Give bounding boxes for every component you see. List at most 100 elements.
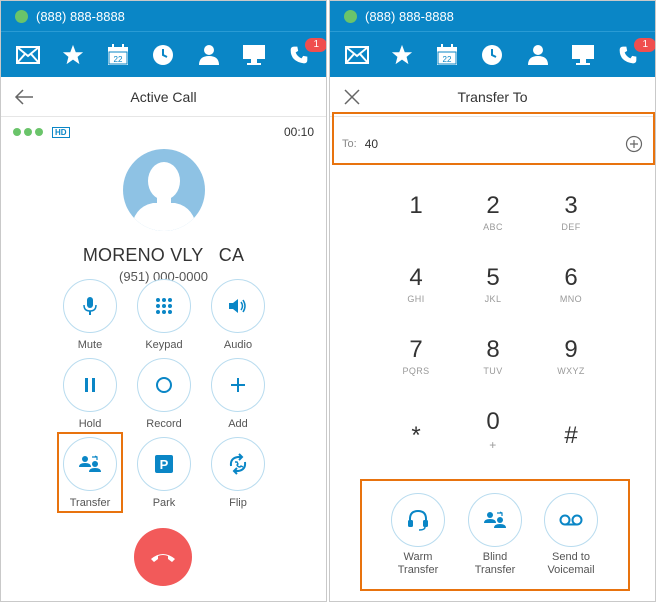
star-icon[interactable] (59, 41, 87, 69)
key-6[interactable]: 6 MNO (536, 265, 606, 323)
key-letters: JKL (484, 294, 502, 304)
presence-dot (15, 9, 28, 23)
star-icon[interactable] (388, 41, 416, 69)
park-circle[interactable]: P (137, 437, 191, 491)
end-call-button[interactable] (134, 528, 192, 586)
keypad-circle[interactable] (137, 279, 191, 333)
audio-circle[interactable] (211, 279, 265, 333)
key-digit: 0 (486, 408, 500, 435)
contact-icon[interactable] (524, 41, 552, 69)
record-icon (156, 377, 172, 393)
hang-up-icon (151, 554, 175, 562)
keypad-label: Keypad (145, 339, 183, 351)
to-field-highlight (332, 112, 655, 165)
key-7[interactable]: 7 PQRS (381, 337, 451, 395)
hold-circle[interactable] (63, 358, 117, 412)
transfer-highlight (57, 432, 123, 513)
hd-badge: HD (52, 126, 70, 138)
record-label: Record (146, 418, 182, 430)
monitor-icon[interactable] (240, 41, 268, 69)
transfer-screen: (888) 888-8888 22 1 Transfer To To: 40 1… (329, 0, 656, 602)
status-bar: (888) 888-8888 (330, 1, 655, 31)
signal-dot (13, 128, 21, 136)
key-letters: MNO (559, 294, 583, 304)
flip-icon (229, 453, 247, 475)
mail-icon[interactable] (14, 41, 42, 69)
key-digit: 8 (486, 336, 500, 363)
mute-button[interactable]: Mute (55, 279, 125, 351)
key-digit: 9 (564, 336, 578, 363)
key-letters: WXYZ (557, 366, 585, 376)
key-digit: 2 (486, 192, 500, 219)
monitor-icon[interactable] (569, 41, 597, 69)
mute-label: Mute (77, 339, 103, 351)
calendar-icon[interactable]: 22 (104, 41, 132, 69)
svg-text:P: P (160, 457, 169, 472)
title-bar: Active Call (1, 77, 326, 117)
page-title: Transfer To (457, 88, 528, 105)
park-button[interactable]: P Park (129, 437, 199, 509)
key-digit: 4 (409, 264, 423, 291)
avatar (122, 149, 205, 231)
key-letters: GHI (407, 294, 425, 304)
microphone-icon (83, 297, 97, 315)
nav-bar: 22 1 (1, 31, 326, 77)
key-letters: ABC (483, 222, 503, 232)
person-silhouette-icon (130, 162, 197, 231)
missed-call-badge: 1 (305, 37, 326, 52)
calendar-day: 22 (443, 55, 452, 64)
keypad-button[interactable]: Keypad (129, 279, 199, 351)
key-1[interactable]: 1 (381, 193, 451, 251)
speaker-icon (229, 299, 246, 313)
phone-icon[interactable]: 1 (614, 37, 655, 69)
key-star[interactable]: * (381, 409, 451, 467)
nav-bar: 22 1 (330, 31, 655, 77)
key-3[interactable]: 3 DEF (536, 193, 606, 251)
hold-label: Hold (78, 418, 102, 430)
key-digit: 7 (409, 336, 423, 363)
contact-icon[interactable] (195, 41, 223, 69)
presence-dot (344, 9, 357, 23)
audio-button[interactable]: Audio (203, 279, 273, 351)
caller-name: MORENO VLY CA (82, 245, 245, 265)
record-button[interactable]: Record (129, 358, 199, 430)
key-letters: + (489, 438, 497, 452)
phone-icon[interactable]: 1 (285, 37, 326, 69)
record-circle[interactable] (137, 358, 191, 412)
transfer-options-highlight (360, 479, 630, 591)
flip-button[interactable]: Flip (203, 437, 273, 509)
key-letters: DEF (561, 222, 581, 232)
flip-circle[interactable] (211, 437, 265, 491)
status-bar: (888) 888-8888 (1, 1, 326, 31)
signal-dot (35, 128, 43, 136)
key-digit: 1 (409, 192, 423, 219)
key-digit: # (564, 422, 578, 449)
key-letters: PQRS (402, 366, 430, 376)
call-quality: HD (13, 126, 70, 138)
back-arrow-icon[interactable] (13, 87, 35, 107)
clock-icon[interactable] (149, 41, 177, 69)
key-9[interactable]: 9 WXYZ (536, 337, 606, 395)
calendar-icon[interactable]: 22 (433, 41, 461, 69)
page-title: Active Call (130, 88, 197, 105)
add-circle[interactable] (211, 358, 265, 412)
park-icon: P (155, 455, 173, 473)
key-5[interactable]: 5 JKL (458, 265, 528, 323)
key-hash[interactable]: # (536, 409, 606, 467)
key-0[interactable]: 0 + (458, 409, 528, 467)
active-call-screen: (888) 888-8888 22 1 Active Call HD 00:10… (0, 0, 327, 602)
hold-button[interactable]: Hold (55, 358, 125, 430)
close-icon[interactable] (342, 87, 364, 107)
title-bar: Transfer To (330, 77, 655, 117)
clock-icon[interactable] (478, 41, 506, 69)
add-button[interactable]: Add (203, 358, 273, 430)
pause-icon (85, 378, 95, 392)
mail-icon[interactable] (343, 41, 371, 69)
mute-circle[interactable] (63, 279, 117, 333)
key-4[interactable]: 4 GHI (381, 265, 451, 323)
key-8[interactable]: 8 TUV (458, 337, 528, 395)
key-letters: TUV (483, 366, 503, 376)
call-meta: HD 00:10 (1, 117, 326, 147)
key-2[interactable]: 2 ABC (458, 193, 528, 251)
add-label: Add (228, 418, 248, 430)
